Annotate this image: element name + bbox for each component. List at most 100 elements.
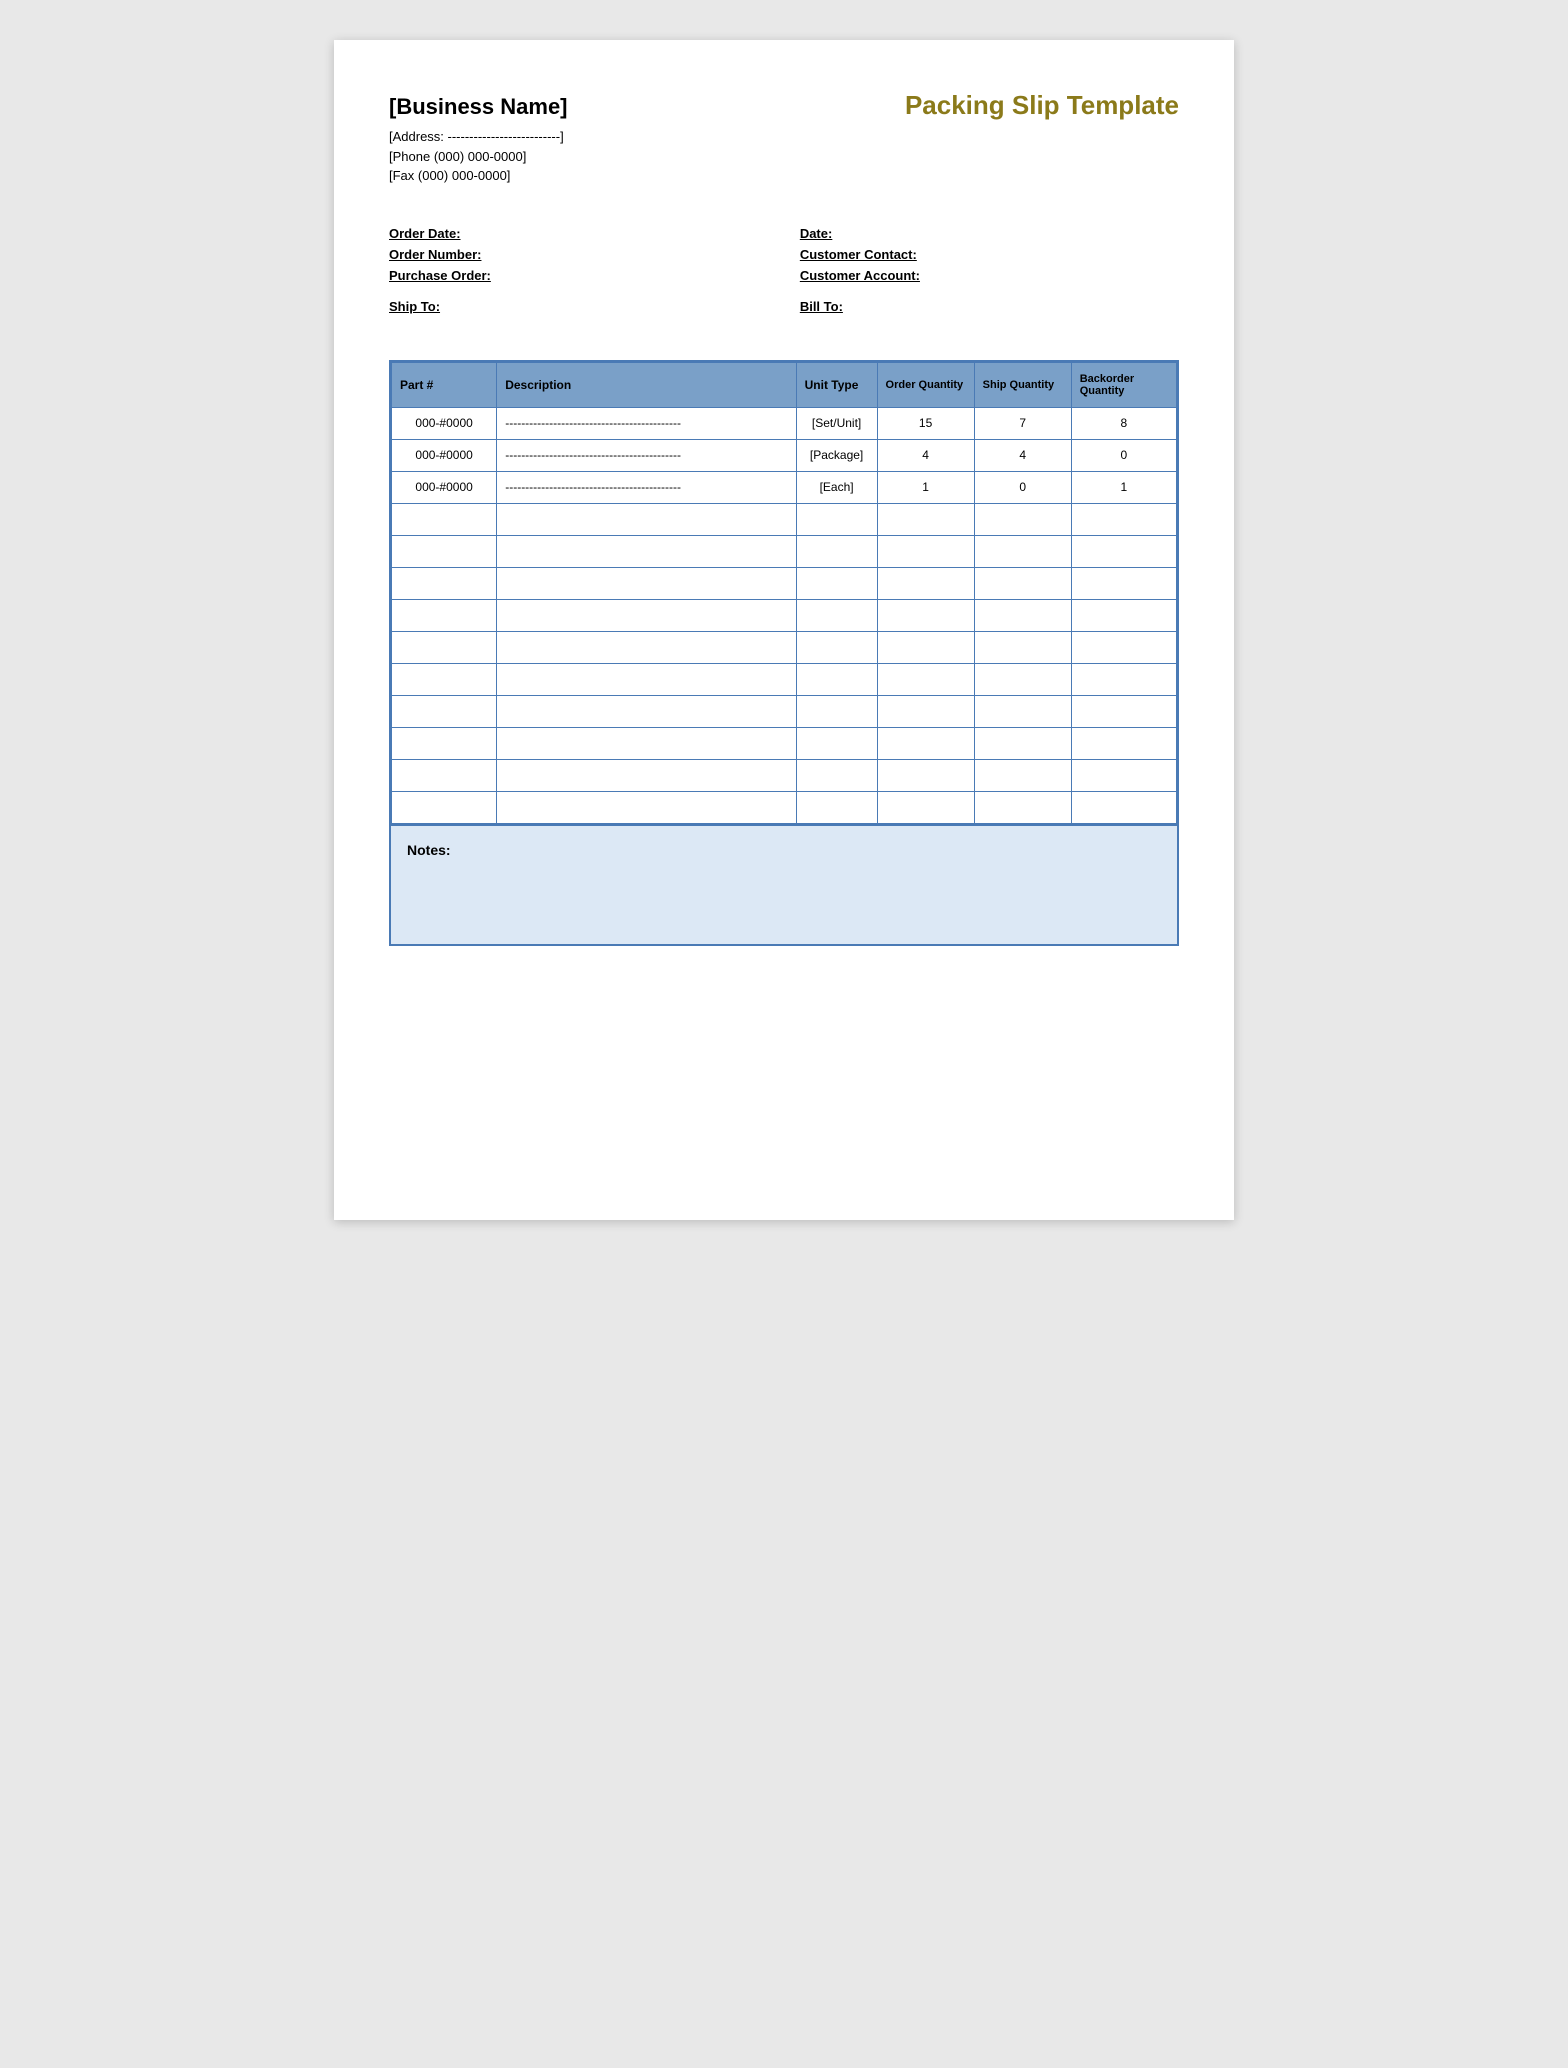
table-cell	[877, 727, 974, 759]
table-row: 000-#0000-------------------------------…	[392, 439, 1177, 471]
table-cell	[796, 535, 877, 567]
table-cell: 000-#0000	[392, 471, 497, 503]
table-cell: ----------------------------------------…	[497, 407, 796, 439]
table-cell	[1071, 567, 1176, 599]
order-date-row: Order Date:	[389, 226, 768, 241]
table-cell	[877, 663, 974, 695]
table-cell	[877, 599, 974, 631]
header-unit-type: Unit Type	[796, 362, 877, 407]
table-cell	[392, 663, 497, 695]
table-cell	[796, 759, 877, 791]
table-cell: [Each]	[796, 471, 877, 503]
table-cell	[796, 695, 877, 727]
table-row	[392, 631, 1177, 663]
table-cell	[392, 535, 497, 567]
table-cell	[392, 791, 497, 823]
customer-contact-row: Customer Contact:	[800, 247, 1179, 262]
table-cell	[1071, 695, 1176, 727]
table-cell: 0	[974, 471, 1071, 503]
table-cell	[974, 663, 1071, 695]
table-cell: 1	[1071, 471, 1176, 503]
table-cell: 000-#0000	[392, 439, 497, 471]
table-cell	[796, 791, 877, 823]
table-cell	[796, 663, 877, 695]
table-cell	[497, 759, 796, 791]
table-cell	[974, 535, 1071, 567]
table-row	[392, 567, 1177, 599]
table-wrapper: Part # Description Unit Type Order Quant…	[389, 360, 1179, 826]
table-cell	[1071, 599, 1176, 631]
table-row	[392, 663, 1177, 695]
table-cell: 8	[1071, 407, 1176, 439]
header-description: Description	[497, 362, 796, 407]
table-cell	[392, 567, 497, 599]
table-cell: 7	[974, 407, 1071, 439]
order-date-label: Order Date:	[389, 226, 461, 241]
ship-to-row: Ship To:	[389, 299, 768, 314]
table-row	[392, 695, 1177, 727]
table-header-row: Part # Description Unit Type Order Quant…	[392, 362, 1177, 407]
table-cell	[497, 567, 796, 599]
info-col-left: Order Date: Order Number: Purchase Order…	[389, 226, 768, 320]
table-cell	[497, 631, 796, 663]
table-cell	[796, 567, 877, 599]
table-cell	[497, 663, 796, 695]
table-row	[392, 599, 1177, 631]
table-cell	[877, 791, 974, 823]
table-row: 000-#0000-------------------------------…	[392, 471, 1177, 503]
bill-to-row: Bill To:	[800, 299, 1179, 314]
table-row	[392, 727, 1177, 759]
business-info: [Business Name] [Address: --------------…	[389, 90, 568, 186]
table-cell	[877, 503, 974, 535]
table-cell	[877, 759, 974, 791]
ship-to-label: Ship To:	[389, 299, 440, 314]
table-cell	[796, 631, 877, 663]
table-cell	[796, 599, 877, 631]
table-cell	[877, 695, 974, 727]
info-section: Order Date: Order Number: Purchase Order…	[389, 226, 1179, 320]
table-cell	[974, 695, 1071, 727]
table-row	[392, 759, 1177, 791]
order-number-label: Order Number:	[389, 247, 481, 262]
page: [Business Name] [Address: --------------…	[334, 40, 1234, 1220]
customer-account-row: Customer Account:	[800, 268, 1179, 283]
header: [Business Name] [Address: --------------…	[389, 90, 1179, 186]
table-cell	[392, 631, 497, 663]
table-cell	[974, 727, 1071, 759]
table-cell	[974, 791, 1071, 823]
table-row	[392, 503, 1177, 535]
header-ship-quantity: Ship Quantity	[974, 362, 1071, 407]
bill-to-label: Bill To:	[800, 299, 843, 314]
table-cell	[1071, 631, 1176, 663]
page-title: Packing Slip Template	[905, 90, 1179, 121]
fax-line: [Fax (000) 000-0000]	[389, 166, 568, 186]
table-cell	[1071, 759, 1176, 791]
table-cell	[877, 567, 974, 599]
header-part: Part #	[392, 362, 497, 407]
purchase-order-label: Purchase Order:	[389, 268, 491, 283]
table-cell	[974, 631, 1071, 663]
table-cell	[1071, 727, 1176, 759]
table-cell	[392, 599, 497, 631]
table-cell	[392, 759, 497, 791]
table-cell	[974, 503, 1071, 535]
table-cell: 1	[877, 471, 974, 503]
table-cell	[497, 599, 796, 631]
table-cell	[392, 727, 497, 759]
table-row	[392, 791, 1177, 823]
table-cell	[974, 759, 1071, 791]
table-cell: ----------------------------------------…	[497, 471, 796, 503]
order-number-row: Order Number:	[389, 247, 768, 262]
customer-account-label: Customer Account:	[800, 268, 920, 283]
table-cell	[974, 567, 1071, 599]
address-line: [Address: --------------------------]	[389, 127, 568, 147]
table-cell: 4	[877, 439, 974, 471]
purchase-order-row: Purchase Order:	[389, 268, 768, 283]
notes-section: Notes:	[389, 826, 1179, 946]
table-cell	[392, 503, 497, 535]
table-row: 000-#0000-------------------------------…	[392, 407, 1177, 439]
header-backorder-quantity: Backorder Quantity	[1071, 362, 1176, 407]
table-cell	[1071, 791, 1176, 823]
table-row	[392, 535, 1177, 567]
table-cell	[497, 727, 796, 759]
